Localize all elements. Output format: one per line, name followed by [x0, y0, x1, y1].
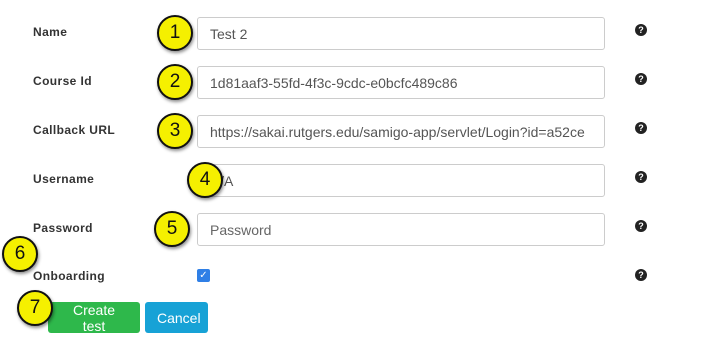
name-input[interactable] [197, 17, 605, 50]
username-label: Username [33, 172, 95, 186]
callout-marker-3: 3 [157, 113, 193, 149]
create-test-button[interactable]: Create test [48, 302, 140, 334]
callback-url-label: Callback URL [33, 123, 116, 137]
help-icon[interactable]: ? [635, 220, 647, 232]
onboarding-label: Onboarding [33, 269, 105, 283]
course-id-input[interactable] [197, 66, 605, 99]
help-icon[interactable]: ? [635, 24, 647, 36]
cancel-button[interactable]: Cancel [145, 302, 208, 333]
callout-marker-2: 2 [157, 64, 193, 100]
help-icon[interactable]: ? [635, 122, 647, 134]
name-label: Name [33, 25, 68, 39]
username-input[interactable] [197, 164, 605, 197]
help-icon[interactable]: ? [635, 73, 647, 85]
callout-marker-6: 6 [2, 236, 38, 272]
callout-marker-4: 4 [187, 162, 223, 198]
onboarding-checkbox[interactable]: ✓ [197, 269, 210, 282]
callout-marker-7: 7 [17, 290, 53, 326]
callout-marker-5: 5 [154, 211, 190, 247]
password-label: Password [33, 221, 93, 235]
help-icon[interactable]: ? [635, 171, 647, 183]
course-id-label: Course Id [33, 74, 92, 88]
help-icon[interactable]: ? [635, 269, 647, 281]
callback-url-input[interactable] [197, 115, 605, 148]
callout-marker-1: 1 [157, 15, 193, 51]
password-input[interactable] [197, 213, 605, 246]
